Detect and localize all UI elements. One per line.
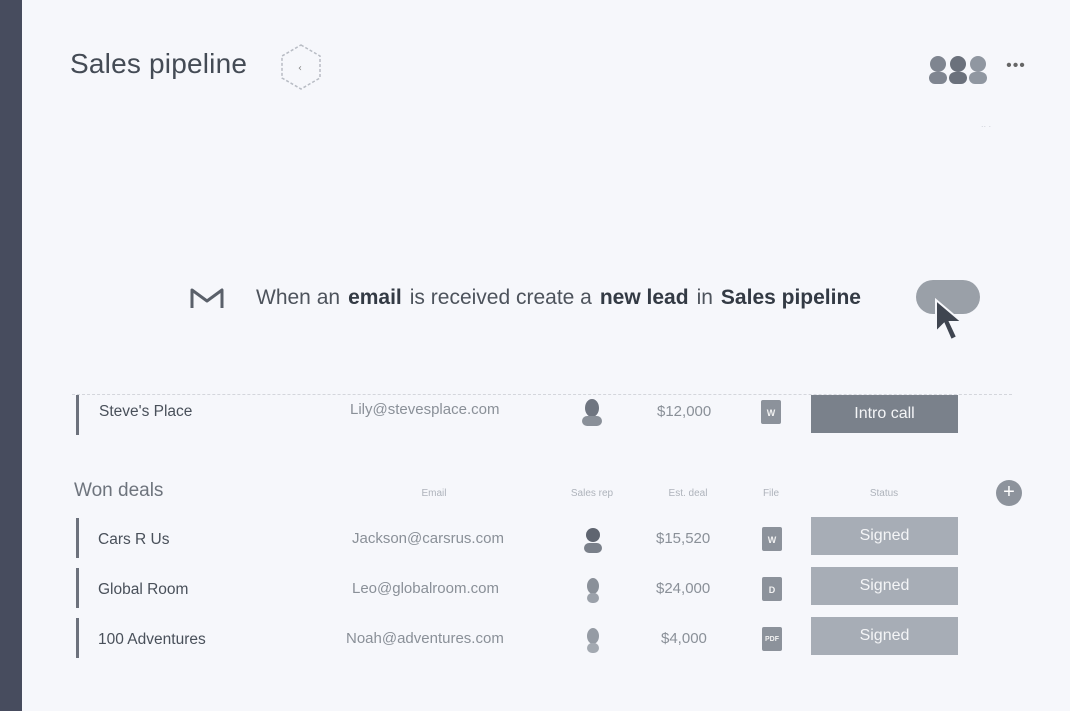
table-row[interactable]: 100 Adventures Noah@adventures.com $4,00…: [72, 616, 1012, 662]
item-name[interactable]: Steve's Place: [99, 403, 192, 421]
est-deal-cell[interactable]: $24,000: [656, 580, 710, 597]
board-badge-icon[interactable]: ‹: [276, 42, 326, 92]
file-icon[interactable]: PDF: [762, 627, 782, 651]
sales-rep-avatar[interactable]: [580, 625, 606, 655]
file-icon[interactable]: W: [761, 400, 781, 424]
est-deal-cell[interactable]: $4,000: [661, 630, 707, 647]
gmail-icon: [190, 288, 224, 308]
recipe-target-board[interactable]: Sales pipeline: [721, 286, 861, 310]
top-hint: ·· ·: [980, 122, 992, 131]
column-header-status[interactable]: Status: [854, 488, 914, 499]
email-cell[interactable]: Lily@stevesplace.com: [350, 401, 499, 418]
status-pill[interactable]: Intro call: [811, 395, 958, 433]
column-header-file[interactable]: File: [756, 488, 786, 499]
file-icon[interactable]: D: [762, 577, 782, 601]
column-header-sales-rep[interactable]: Sales rep: [560, 488, 624, 499]
svg-text:‹: ‹: [298, 63, 302, 74]
people-avatars[interactable]: [924, 52, 994, 88]
item-name[interactable]: 100 Adventures: [98, 631, 206, 649]
recipe-text-2: is received create a: [409, 286, 592, 309]
automation-recipe: When an email is received create a new l…: [190, 278, 869, 318]
cursor-icon: [935, 298, 965, 342]
left-side-rail: [0, 0, 22, 711]
group-title[interactable]: Won deals: [74, 480, 163, 502]
row-color-edge: [76, 518, 79, 558]
recipe-text-3: in: [696, 286, 713, 309]
status-pill[interactable]: Signed: [811, 517, 958, 555]
row-color-edge: [76, 395, 79, 435]
sales-rep-avatar[interactable]: [579, 397, 605, 427]
board-title: Sales pipeline: [70, 48, 248, 79]
more-icon[interactable]: •••: [1003, 56, 1029, 76]
status-pill[interactable]: Signed: [811, 617, 958, 655]
email-cell[interactable]: Jackson@carsrus.com: [352, 530, 504, 547]
item-name[interactable]: Global Room: [98, 581, 188, 599]
file-icon[interactable]: W: [762, 527, 782, 551]
email-cell[interactable]: Leo@globalroom.com: [352, 580, 499, 597]
sales-rep-avatar[interactable]: [580, 575, 606, 605]
table-row[interactable]: Steve's Place Lily@stevesplace.com $12,0…: [72, 394, 1012, 435]
column-header-est-deal[interactable]: Est. deal: [656, 488, 720, 499]
recipe-trigger-email[interactable]: email: [348, 286, 402, 310]
row-color-edge: [76, 568, 79, 608]
add-column-icon[interactable]: +: [996, 480, 1022, 506]
table-row[interactable]: Cars R Us Jackson@carsrus.com $15,520 W …: [72, 516, 1012, 562]
column-header-email[interactable]: Email: [404, 488, 464, 499]
row-color-edge: [76, 618, 79, 658]
status-pill[interactable]: Signed: [811, 567, 958, 605]
recipe-action-new-lead[interactable]: new lead: [600, 286, 689, 310]
recipe-text-1: When an: [256, 286, 341, 309]
item-name[interactable]: Cars R Us: [98, 531, 169, 549]
est-deal-cell[interactable]: $15,520: [656, 530, 710, 547]
sales-rep-avatar[interactable]: [580, 525, 606, 555]
table-row[interactable]: Global Room Leo@globalroom.com $24,000 D…: [72, 566, 1012, 612]
est-deal-cell[interactable]: $12,000: [657, 403, 711, 420]
email-cell[interactable]: Noah@adventures.com: [346, 630, 504, 647]
